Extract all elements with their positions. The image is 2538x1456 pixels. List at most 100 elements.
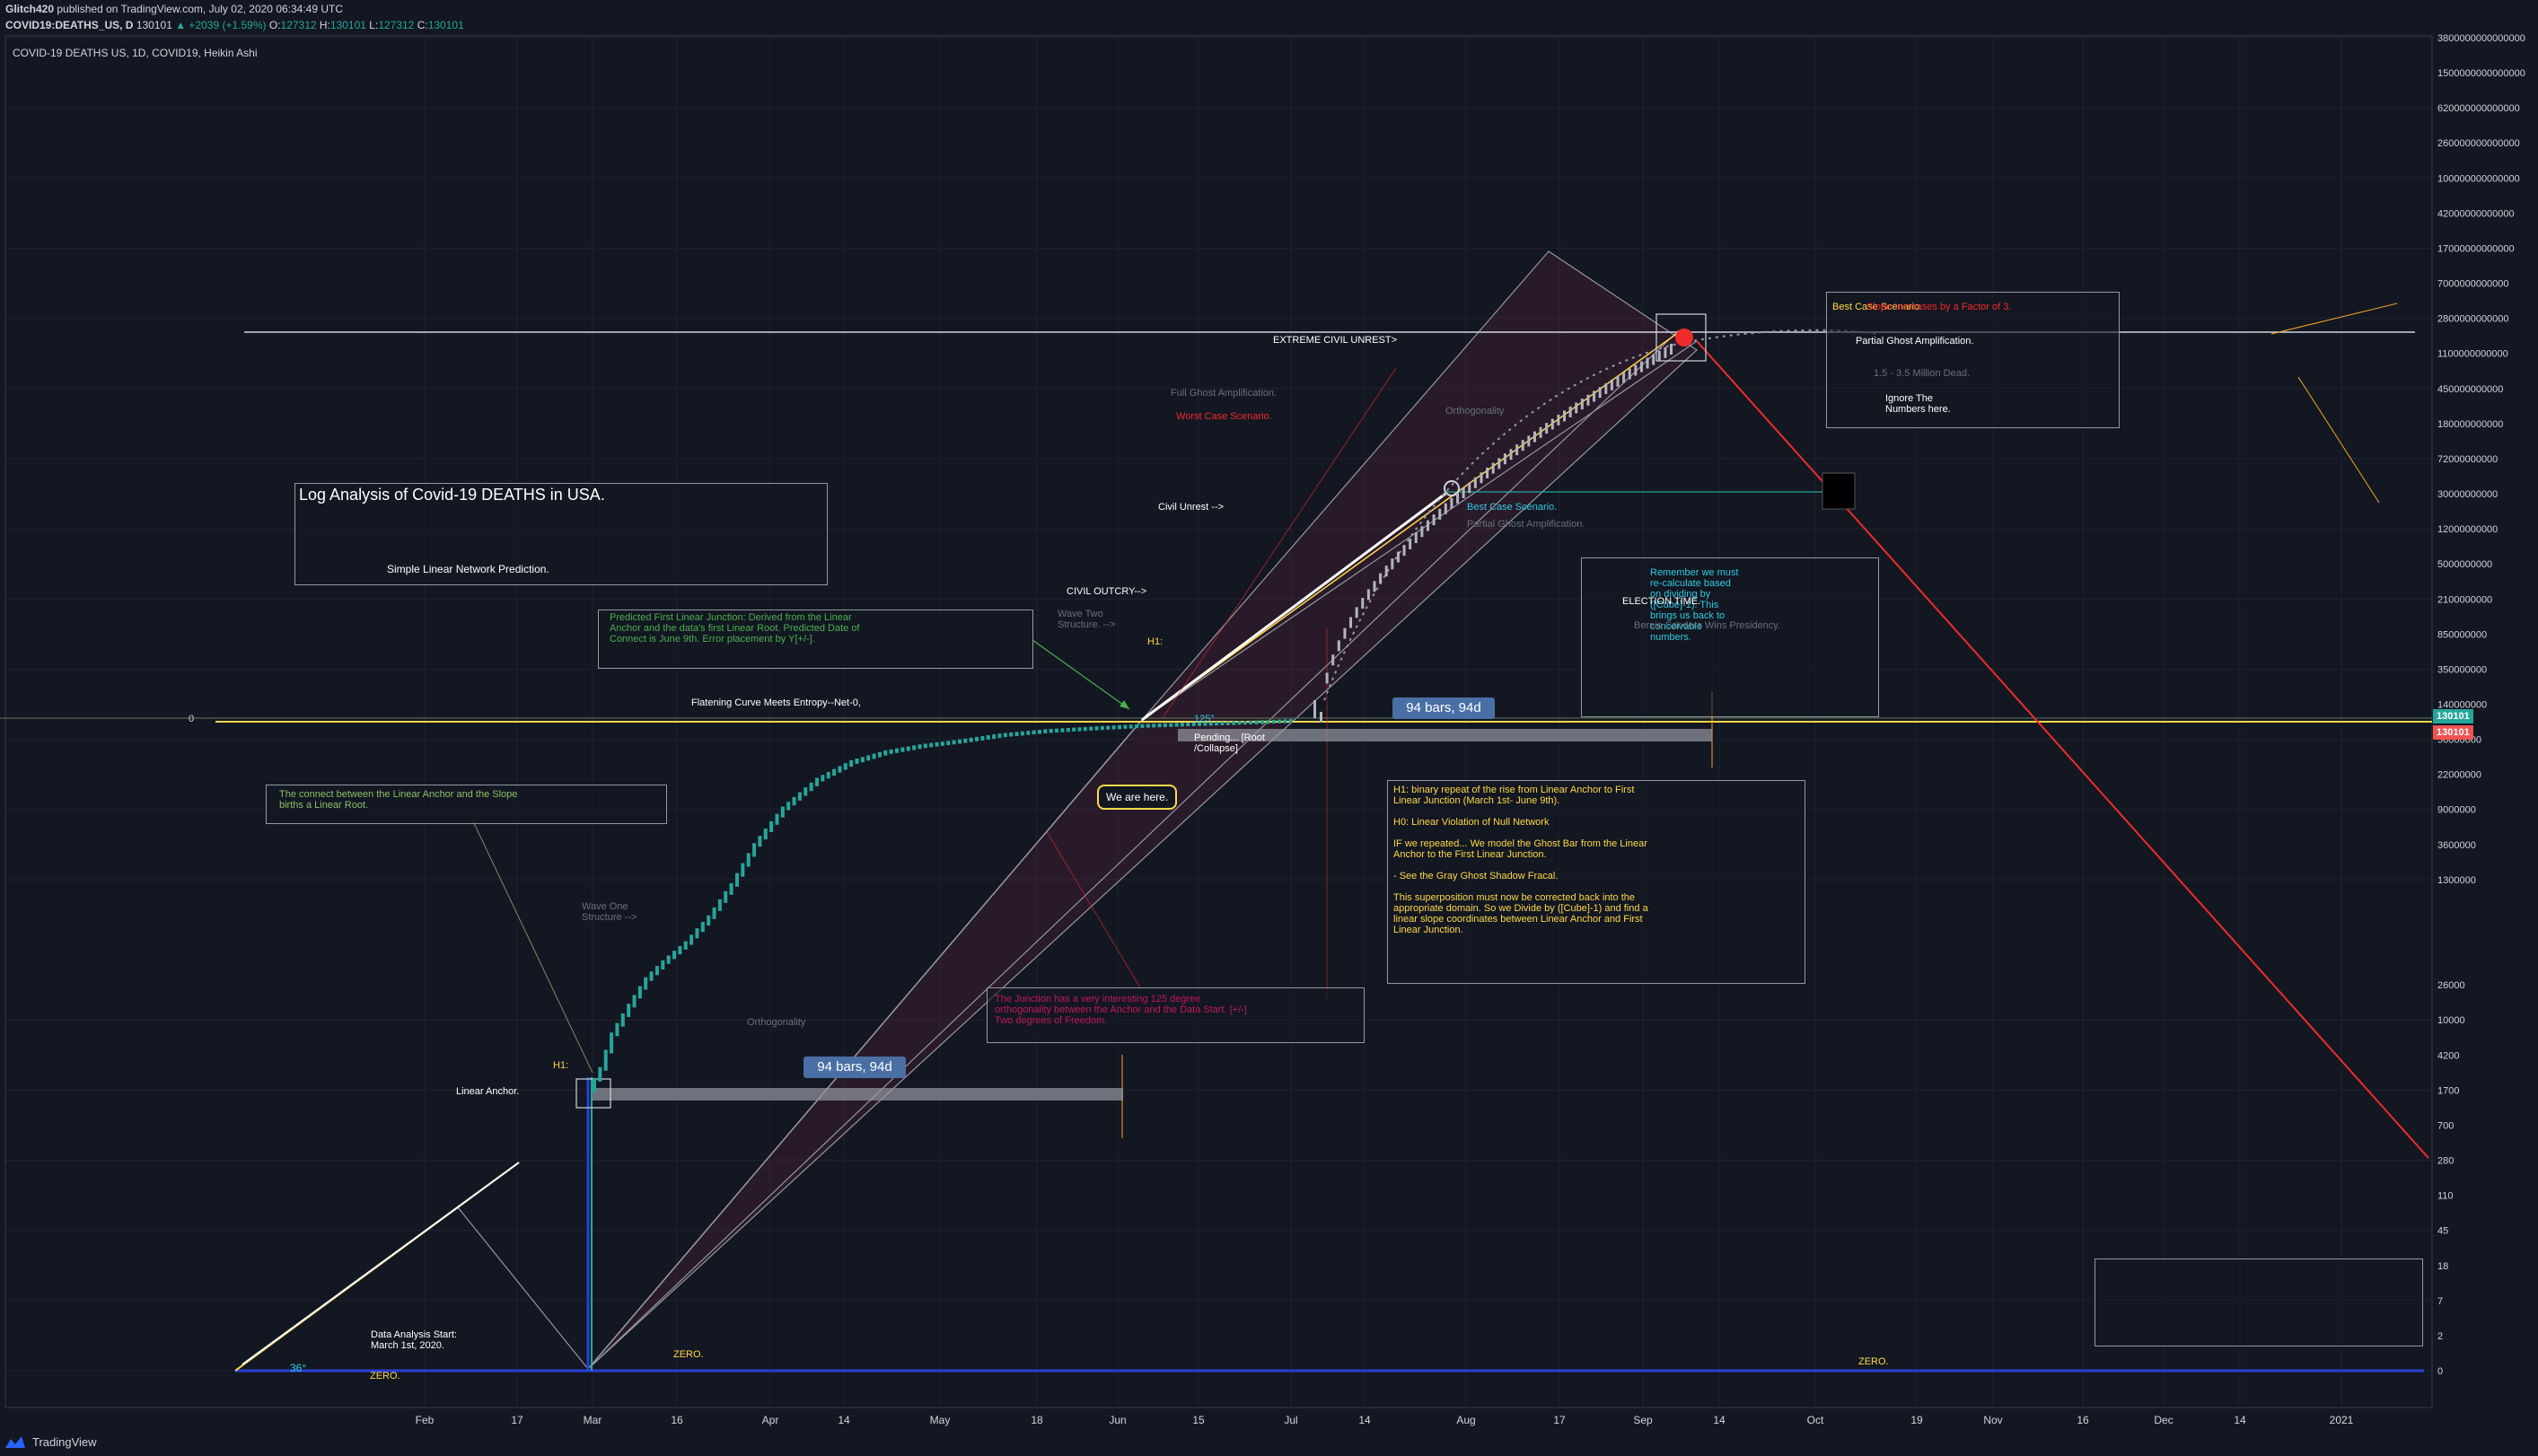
- bars-badge-lower[interactable]: 94 bars, 94d: [804, 1057, 906, 1078]
- ghost-candle: [1646, 357, 1649, 369]
- worst-case-box[interactable]: Best Case Scenario. Slope Increases by a…: [1826, 292, 2120, 428]
- ha-candle: [1094, 726, 1099, 731]
- ha-candle: [1060, 728, 1065, 732]
- deg36-label: 36°: [290, 1362, 307, 1374]
- time-tick-label: Nov: [1983, 1414, 2002, 1426]
- price-tick-label: 850000000: [2437, 629, 2487, 640]
- price-tick-label: 45: [2437, 1226, 2448, 1237]
- time-tick-label: 19: [1910, 1414, 1923, 1426]
- ghost-candle: [1355, 607, 1358, 618]
- ha-candle: [849, 759, 854, 767]
- ghost-candle: [1313, 700, 1316, 718]
- ghost-candle: [1331, 654, 1335, 666]
- ha-candle: [997, 733, 1002, 739]
- tradingview-brand: TradingView: [32, 1434, 97, 1449]
- ha-candle: [637, 986, 642, 999]
- ha-candle: [866, 755, 871, 761]
- ha-candle: [1169, 723, 1173, 727]
- election-box[interactable]: [2095, 1259, 2423, 1346]
- we-are-here-callout[interactable]: We are here.: [1097, 785, 1178, 810]
- ha-candle: [1249, 720, 1253, 724]
- ghost-candle: [1414, 531, 1418, 543]
- connect-box[interactable]: The connect between the Linear Anchor an…: [266, 785, 667, 824]
- h1-hypothesis-text: H1: binary repeat of the rise from Linea…: [1393, 785, 1648, 935]
- ha-candle: [935, 741, 939, 747]
- ha-candle: [707, 915, 711, 926]
- ha-candle: [1014, 732, 1019, 736]
- green-arrow-line: [1032, 639, 1130, 710]
- worst-case-full: 1.5 - 3.5 Million Dead.: [1874, 368, 1970, 379]
- ha-candle: [1009, 732, 1014, 737]
- ha-candle: [598, 1066, 602, 1082]
- ghost-candle: [1598, 387, 1602, 399]
- ha-candle: [918, 744, 922, 750]
- ha-candle: [695, 928, 699, 939]
- worst-case-dead: Ignore The Numbers here.: [1885, 393, 1951, 415]
- ha-candle: [1225, 721, 1230, 725]
- ghost-candle: [1550, 418, 1554, 430]
- title-box[interactable]: Log Analysis of Covid-19 DEATHS in USA. …: [294, 483, 828, 585]
- ghost-candle: [1456, 492, 1460, 504]
- ha-candle: [843, 763, 847, 770]
- time-tick-label: 14: [1713, 1414, 1726, 1426]
- ha-candle: [889, 749, 893, 754]
- ha-candle: [724, 890, 728, 903]
- ha-candle: [603, 1049, 608, 1071]
- ha-candle: [1260, 720, 1264, 724]
- price-tick-label: 12000000000: [2437, 524, 2498, 535]
- price-tick-label: 180000000000: [2437, 419, 2503, 430]
- h1-label-lower: H1:: [553, 1060, 569, 1071]
- ha-candle: [1254, 720, 1259, 724]
- price-tick-label: 700: [2437, 1120, 2454, 1131]
- chart-canvas[interactable]: 3800000000000000 1500000000000000 62000000…: [0, 0, 2538, 1456]
- predicted-box[interactable]: Predicted First Linear Junction: Derived…: [598, 610, 1033, 669]
- ghost-candle: [1515, 444, 1519, 456]
- left-axis-zero: 0: [189, 714, 195, 724]
- time-axis-labels: Feb 17 Mar 16 Apr 14 May 18 Jun 15 Jul 14 Aug 17 Sep 14…: [416, 1414, 2354, 1426]
- ha-candle: [1100, 725, 1104, 731]
- worst-case-label: Worst Case Scenario.: [1176, 411, 1272, 422]
- orthogonal-line-left: [457, 1206, 589, 1370]
- ha-candle: [906, 746, 910, 751]
- ha-candle: [872, 753, 876, 759]
- worst-case-red-descent: [1696, 340, 2429, 1159]
- ha-candle: [712, 907, 716, 919]
- green-arrow-head: [1120, 700, 1129, 709]
- ghost-candle: [1409, 538, 1412, 549]
- ha-candle: [963, 738, 968, 743]
- bars-badge-upper[interactable]: 94 bars, 94d: [1392, 697, 1495, 719]
- ghost-candle: [1325, 672, 1329, 684]
- ha-candle: [1032, 730, 1036, 735]
- price-tick-label: 1100000000000: [2437, 349, 2508, 360]
- ghost-candle: [1568, 406, 1572, 417]
- h1-hypothesis-box[interactable]: H1: binary repeat of the rise from Linea…: [1387, 780, 1805, 984]
- ha-candle: [1146, 724, 1150, 728]
- zero-label-3: ZERO.: [1858, 1356, 1889, 1367]
- worst-target-icon: [1675, 329, 1693, 346]
- ghost-candle: [1366, 589, 1370, 601]
- ha-candle: [1278, 719, 1282, 724]
- ha-candle: [860, 757, 865, 763]
- ha-candle: [1037, 729, 1041, 734]
- ha-candle: [986, 735, 990, 740]
- ha-candle: [615, 1022, 619, 1037]
- time-tick-label: Jun: [1109, 1414, 1126, 1426]
- ha-candle: [975, 736, 979, 741]
- ghost-candle: [1509, 449, 1513, 460]
- worst-case-title: Slope Increases by a Factor of 3.: [1866, 302, 2012, 312]
- junction-text: The Junction has a very interesting 125 …: [995, 994, 1247, 1026]
- ha-candle: [1106, 725, 1111, 730]
- ghost-candle: [1361, 598, 1365, 610]
- ghost-candle: [1557, 414, 1560, 425]
- best-case-box[interactable]: Remember we must re-calculate based on d…: [1581, 557, 1879, 717]
- ha-candle: [689, 934, 694, 945]
- ha-candle: [1152, 724, 1156, 728]
- ghost-candle: [1616, 375, 1620, 387]
- junction-box[interactable]: The Junction has a very interesting 125 …: [987, 987, 1365, 1043]
- tradingview-logo[interactable]: TradingView: [4, 1429, 97, 1454]
- title-subtext: Simple Linear Network Prediction.: [387, 563, 549, 575]
- ghost-candle: [1462, 487, 1465, 499]
- ha-candle: [620, 1013, 625, 1027]
- ha-candle: [1043, 729, 1048, 733]
- price-axis-labels: 3800000000000000 1500000000000000 62000000…: [2437, 33, 2525, 1377]
